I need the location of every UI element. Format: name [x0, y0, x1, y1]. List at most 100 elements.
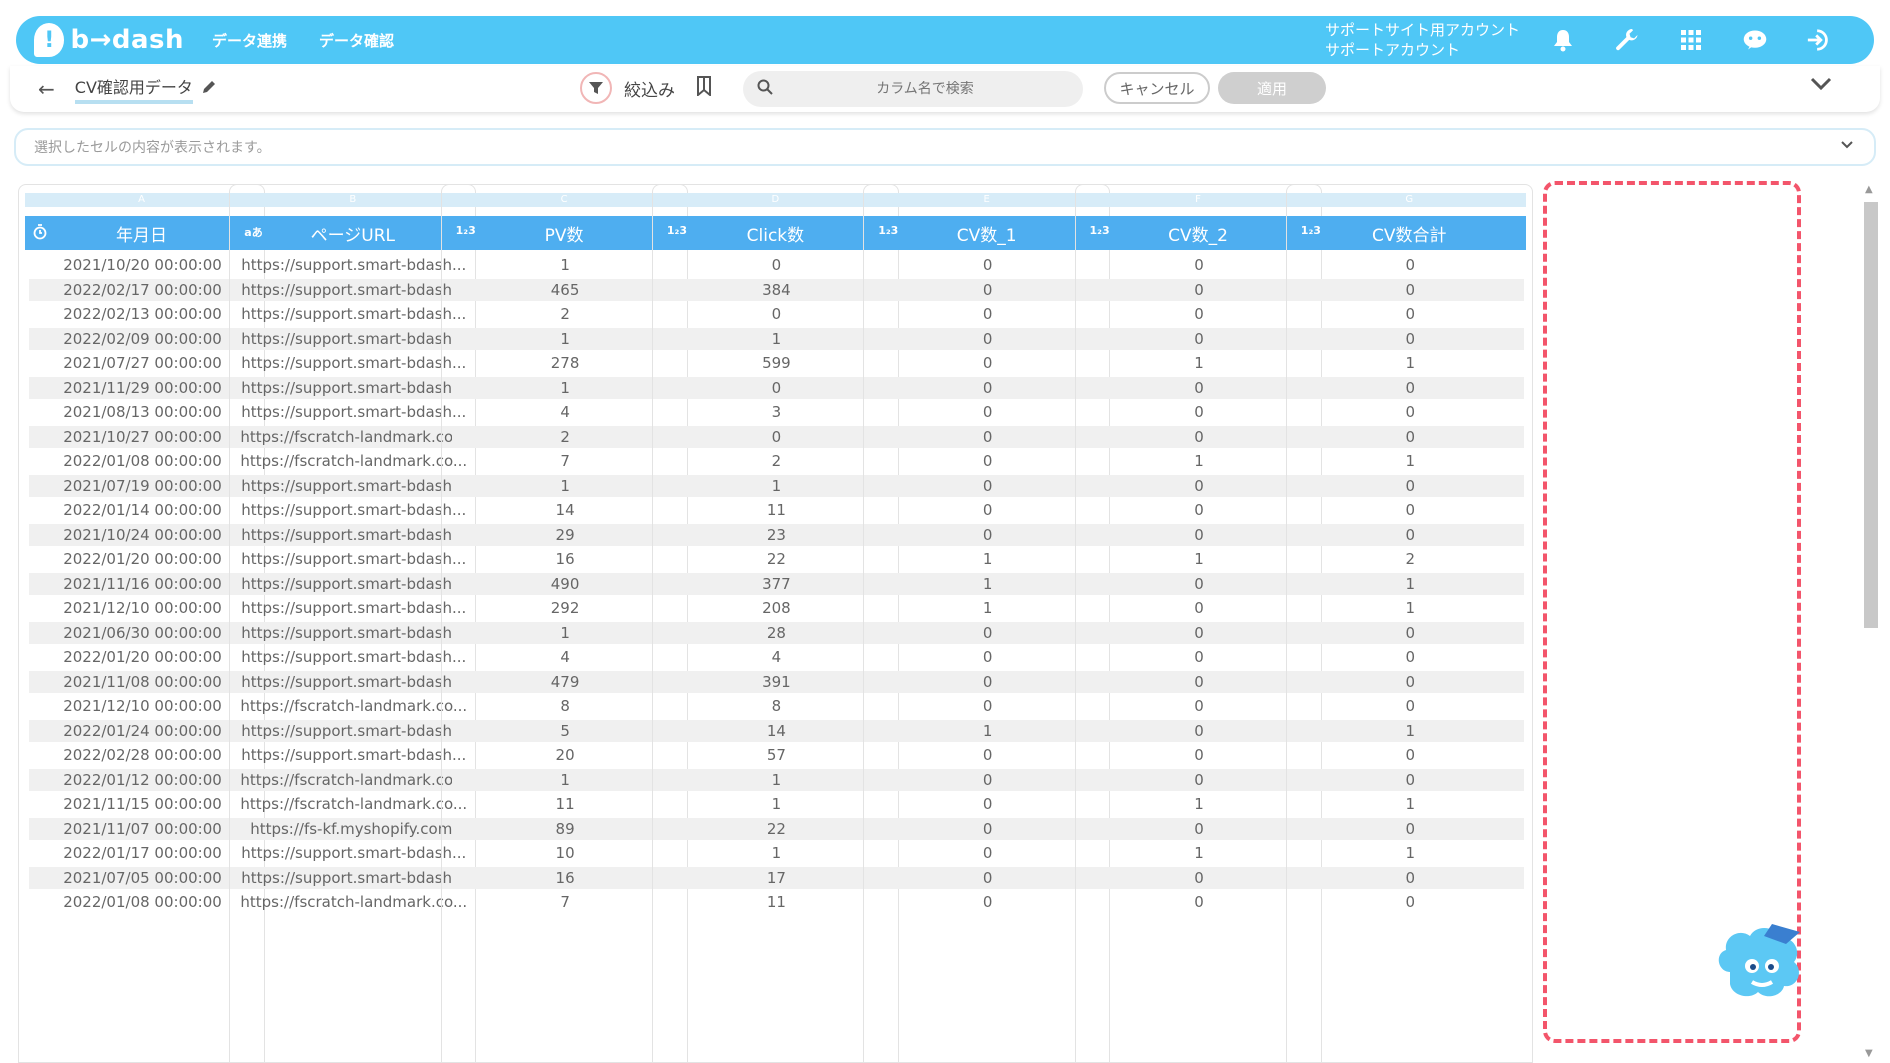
table-cell[interactable]: 1	[662, 474, 890, 497]
column-search-input[interactable]	[785, 81, 1065, 97]
table-cell[interactable]: 2022/01/08 00:00:00	[29, 891, 256, 913]
column-header[interactable]: 1₂3 Click数	[658, 216, 892, 250]
bookmark-icon[interactable]	[695, 76, 713, 100]
table-cell[interactable]: https://support.smart-bdash...	[240, 376, 468, 399]
table-cell[interactable]: 0	[1086, 254, 1313, 276]
table-cell[interactable]: 0	[1085, 768, 1313, 791]
table-cell[interactable]: 23	[662, 523, 890, 546]
logout-icon[interactable]	[1806, 27, 1832, 53]
table-cell[interactable]: https://support.smart-bdash...	[240, 572, 468, 595]
table-cell[interactable]: 2021/11/08 00:00:00	[29, 670, 256, 693]
table-cell[interactable]: 2021/07/19 00:00:00	[29, 474, 256, 497]
table-cell[interactable]: https://support.smart-bdash...	[240, 646, 467, 668]
table-cell[interactable]: 1	[1297, 793, 1524, 815]
table-cell[interactable]: 7	[452, 891, 679, 913]
table-cell[interactable]: 2022/02/09 00:00:00	[29, 327, 256, 350]
table-cell[interactable]: 391	[662, 670, 890, 693]
table-cell[interactable]: 0	[874, 891, 1101, 913]
table-cell[interactable]: 0	[1296, 621, 1524, 644]
table-cell[interactable]: 2021/06/30 00:00:00	[29, 621, 256, 644]
table-cell[interactable]: 10	[452, 842, 679, 864]
table-cell[interactable]: https://support.smart-bdash...	[240, 597, 467, 619]
table-cell[interactable]: 2021/07/27 00:00:00	[29, 352, 256, 374]
table-cell[interactable]: 0	[662, 376, 890, 399]
cell-content-preview[interactable]: 選択したセルの内容が表示されます。	[14, 128, 1876, 166]
table-cell[interactable]: 1	[1296, 572, 1524, 595]
column-letter[interactable]: D	[658, 193, 892, 207]
nav-data-integration[interactable]: データ連携	[212, 30, 287, 51]
table-cell[interactable]: 0	[874, 670, 1102, 693]
table-cell[interactable]: 2021/07/05 00:00:00	[29, 866, 256, 889]
pencil-icon[interactable]	[201, 79, 217, 99]
table-cell[interactable]: 2	[451, 425, 679, 448]
table-cell[interactable]: 28	[662, 621, 890, 644]
table-cell[interactable]: 2021/10/24 00:00:00	[29, 523, 256, 546]
table-cell[interactable]: 0	[1297, 646, 1524, 668]
table-cell[interactable]: 1	[1296, 719, 1524, 742]
table-cell[interactable]: 57	[663, 744, 890, 766]
table-cell[interactable]: 14	[452, 499, 679, 521]
table-cell[interactable]: 0	[1297, 695, 1524, 717]
table-cell[interactable]: https://fscratch-landmark.co...	[240, 768, 468, 791]
table-cell[interactable]: https://fscratch-landmark.co...	[240, 450, 467, 472]
table-cell[interactable]: 1	[874, 548, 1101, 570]
table-cell[interactable]: 2022/01/20 00:00:00	[29, 646, 256, 668]
table-cell[interactable]: 2022/01/14 00:00:00	[29, 499, 256, 521]
table-cell[interactable]: 1	[451, 327, 679, 350]
table-cell[interactable]: https://support.smart-bdash...	[240, 352, 467, 374]
column-letter[interactable]: E	[870, 193, 1104, 207]
table-cell[interactable]: 1	[874, 719, 1102, 742]
table-cell[interactable]: 0	[874, 523, 1102, 546]
table-cell[interactable]: 0	[1086, 401, 1313, 423]
table-cell[interactable]: 11	[663, 499, 890, 521]
table-cell[interactable]: 0	[1296, 376, 1524, 399]
table-cell[interactable]: 0	[1297, 254, 1524, 276]
table-cell[interactable]: 292	[452, 597, 679, 619]
column-header[interactable]: 1₂3 CV数合計	[1292, 216, 1526, 250]
column-letter[interactable]: F	[1081, 193, 1315, 207]
table-cell[interactable]: 2	[1297, 548, 1524, 570]
table-cell[interactable]: 0	[874, 352, 1101, 374]
table-cell[interactable]: 0	[874, 278, 1102, 301]
table-cell[interactable]: 1	[662, 327, 890, 350]
table-cell[interactable]: https://fscratch-landmark.co...	[240, 695, 467, 717]
chat-bot-icon[interactable]	[1742, 27, 1768, 53]
table-cell[interactable]: https://support.smart-bdash...	[240, 303, 467, 325]
table-cell[interactable]: 0	[663, 254, 890, 276]
table-cell[interactable]: 16	[452, 548, 679, 570]
table-cell[interactable]: 2021/11/16 00:00:00	[29, 572, 256, 595]
table-cell[interactable]: 0	[874, 401, 1101, 423]
table-cell[interactable]: 1	[663, 842, 890, 864]
table-cell[interactable]: 2022/01/08 00:00:00	[29, 450, 256, 472]
scrollbar-thumb[interactable]	[1864, 202, 1878, 628]
column-letter[interactable]: G	[1292, 193, 1526, 207]
table-cell[interactable]: 8	[452, 695, 679, 717]
table-cell[interactable]: https://support.smart-bdash...	[240, 744, 467, 766]
table-cell[interactable]: https://support.smart-bdash...	[240, 842, 467, 864]
table-cell[interactable]: 7	[452, 450, 679, 472]
table-cell[interactable]: 22	[663, 548, 890, 570]
table-cell[interactable]: https://support.smart-bdash...	[240, 474, 468, 497]
table-cell[interactable]: 0	[1086, 891, 1313, 913]
nav-data-check[interactable]: データ確認	[319, 30, 394, 51]
table-cell[interactable]: 2021/10/20 00:00:00	[29, 254, 256, 276]
table-cell[interactable]: 2022/01/20 00:00:00	[29, 548, 256, 570]
table-cell[interactable]: 1	[662, 768, 890, 791]
table-cell[interactable]: 3	[663, 401, 890, 423]
table-cell[interactable]: 0	[874, 817, 1102, 840]
table-cell[interactable]: 1	[663, 793, 890, 815]
table-cell[interactable]: 0	[1297, 499, 1524, 521]
grid-icon[interactable]	[1678, 27, 1704, 53]
table-cell[interactable]: 22	[662, 817, 890, 840]
table-cell[interactable]: 2022/01/17 00:00:00	[29, 842, 256, 864]
table-cell[interactable]: 0	[1085, 425, 1313, 448]
table-cell[interactable]: 2022/02/13 00:00:00	[29, 303, 256, 325]
scroll-up-icon[interactable]: ▲	[1865, 184, 1873, 195]
apply-button[interactable]: 適用	[1218, 72, 1326, 104]
cancel-button[interactable]: キャンセル	[1104, 72, 1210, 104]
table-cell[interactable]: 2	[452, 303, 679, 325]
vertical-scrollbar[interactable]: ▲ ▼	[1862, 184, 1878, 1063]
table-cell[interactable]: 8	[663, 695, 890, 717]
table-cell[interactable]: 0	[874, 768, 1102, 791]
bdash-logo[interactable]: ! b→dash	[34, 23, 184, 57]
